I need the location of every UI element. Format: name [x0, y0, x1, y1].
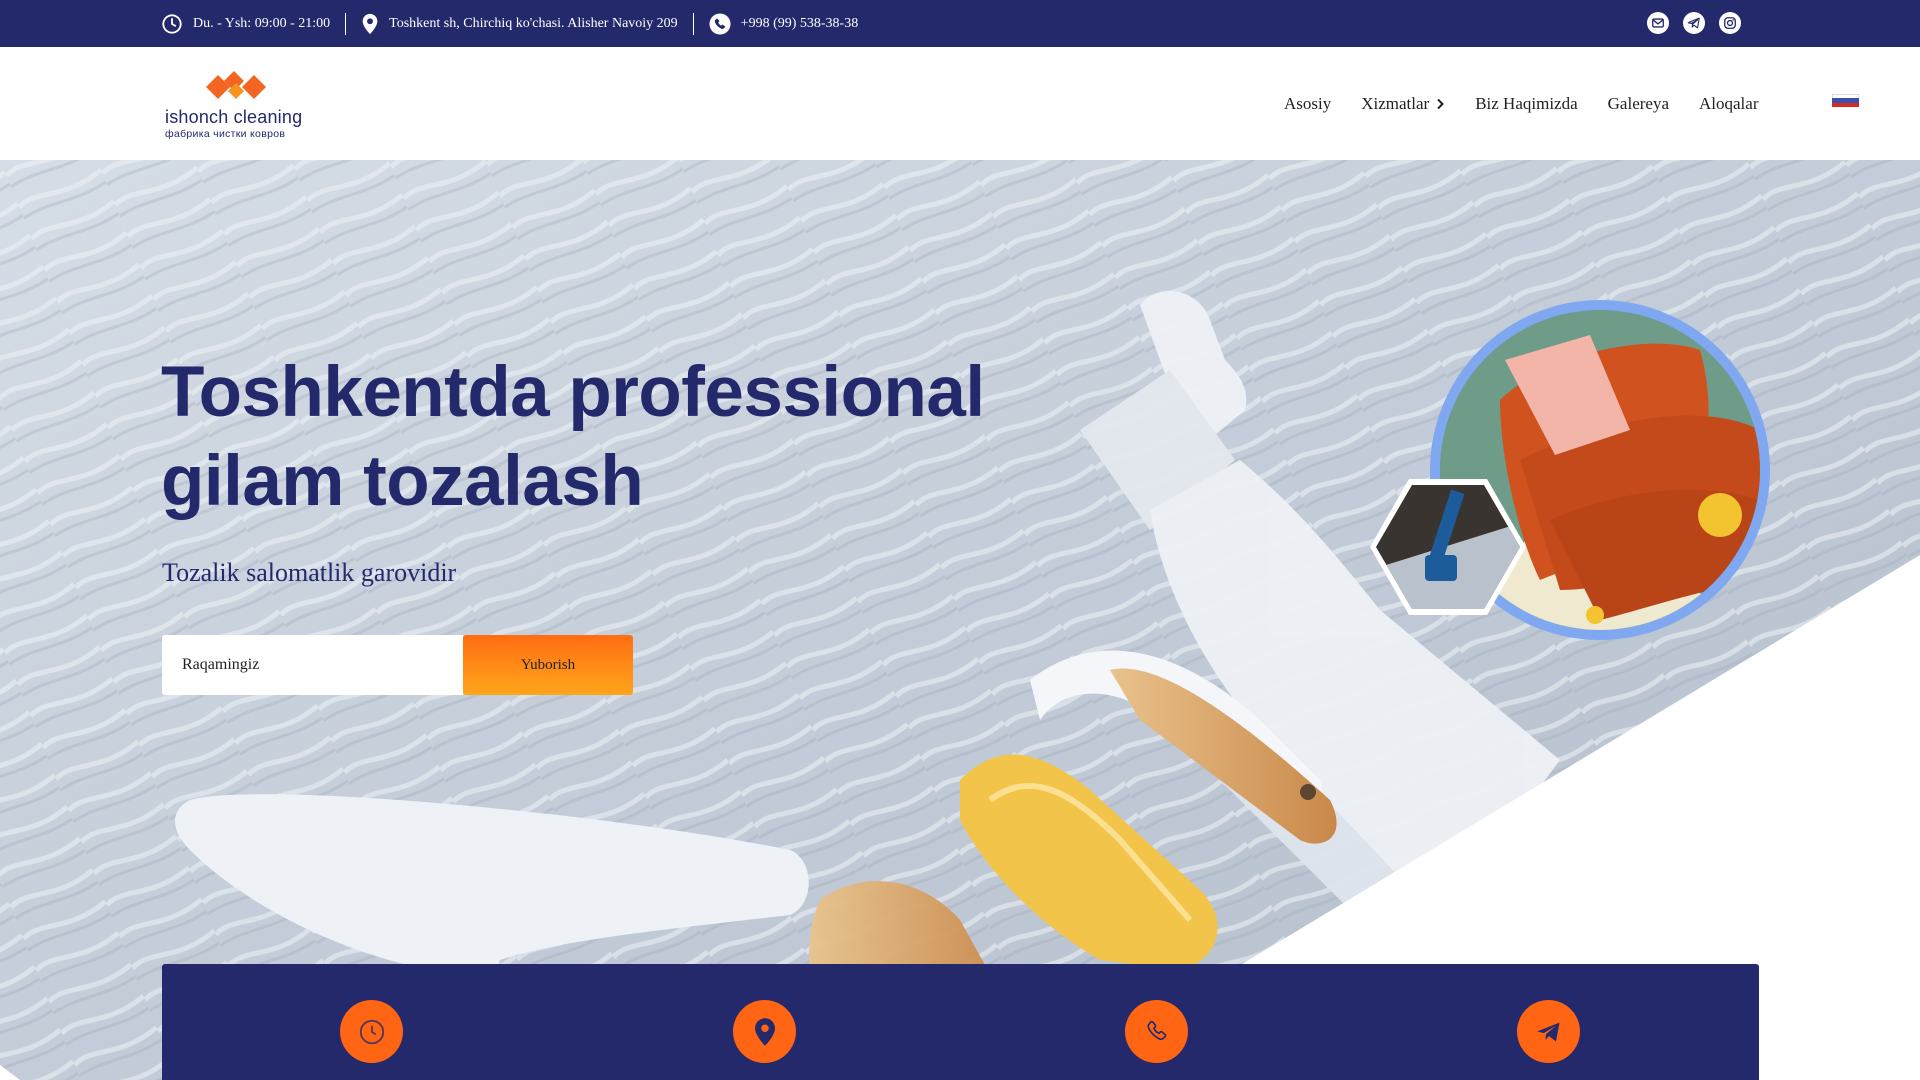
address-text: Toshkent sh, Chirchiq ko'chasi. Alisher …	[389, 15, 678, 31]
hero-section: Toshkentda professional gilam tozalash T…	[0, 160, 1920, 1080]
phone-icon	[709, 12, 731, 35]
main-header: ishonch cleaning фабрика чистки ковров A…	[0, 47, 1920, 160]
nav-label: Galereya	[1607, 93, 1669, 113]
location-icon	[733, 1000, 796, 1063]
logo-tagline: фабрика чистки ковров	[165, 128, 286, 140]
logo-mark-icon	[206, 71, 266, 99]
top-info-bar: Du. - Ysh: 09:00 - 21:00 Toshkent sh, Ch…	[0, 0, 1920, 47]
phone-input[interactable]	[162, 635, 463, 695]
nav-item-asosiy[interactable]: Asosiy	[1284, 94, 1331, 114]
nav-label: Biz Haqimizda	[1475, 93, 1578, 113]
hero-subtitle: Tozalik salomatlik garovidir	[162, 558, 457, 587]
callback-form: Yuborish	[162, 635, 633, 695]
instagram-icon[interactable]	[1719, 12, 1741, 34]
clock-icon	[340, 1000, 403, 1063]
contact-info: Du. - Ysh: 09:00 - 21:00 Toshkent sh, Ch…	[161, 0, 858, 47]
telegram-icon[interactable]	[1517, 1000, 1580, 1063]
submit-button[interactable]: Yuborish	[463, 635, 633, 695]
divider	[345, 12, 347, 35]
nav-label: Asosiy	[1284, 93, 1332, 113]
nav-item-aloqalar[interactable]: Aloqalar	[1699, 94, 1758, 114]
nav-label: Xizmatlar	[1361, 93, 1430, 113]
nav-item-galereya[interactable]: Galereya	[1608, 94, 1669, 114]
main-nav: Asosiy Xizmatlar Biz Haqimizda Galereya …	[1284, 47, 1758, 160]
logo-brand: ishonch cleaning	[165, 107, 303, 127]
nav-item-biz-haqimizda[interactable]: Biz Haqimizda	[1475, 94, 1577, 114]
chevron-right-icon	[1437, 98, 1445, 109]
address: Toshkent sh, Chirchiq ko'chasi. Alisher …	[361, 13, 678, 35]
clock-icon	[162, 13, 182, 34]
russian-flag-icon[interactable]	[1832, 94, 1859, 107]
location-pin-icon	[362, 13, 378, 34]
nav-item-xizmatlar[interactable]: Xizmatlar	[1361, 94, 1445, 114]
divider	[692, 12, 694, 35]
mail-icon[interactable]	[1647, 12, 1669, 34]
hero-background	[0, 160, 1920, 1080]
working-hours-text: Du. - Ysh: 09:00 - 21:00	[193, 15, 331, 31]
hero-title: Toshkentda professional gilam tozalash	[161, 353, 985, 521]
info-band	[162, 964, 1759, 1080]
phone-text[interactable]: +998 (99) 538-38-38	[741, 16, 859, 32]
logo[interactable]: ishonch cleaning фабрика чистки ковров	[162, 67, 312, 147]
phone-icon	[1125, 1000, 1188, 1063]
social-links	[1647, 12, 1741, 34]
nav-label: Aloqalar	[1699, 93, 1759, 113]
phone[interactable]: +998 (99) 538-38-38	[709, 12, 859, 35]
working-hours: Du. - Ysh: 09:00 - 21:00	[161, 13, 330, 35]
telegram-icon[interactable]	[1683, 12, 1705, 34]
